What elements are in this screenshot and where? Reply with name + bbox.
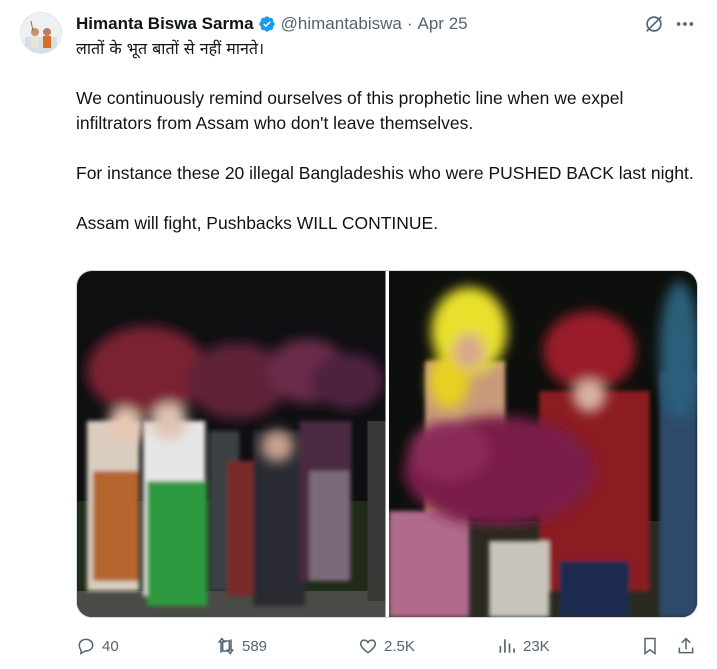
bookmark-button[interactable]	[640, 632, 660, 660]
tweet-photo-2[interactable]	[388, 271, 697, 617]
tweet-header: Himanta Biswa Sarma @himantabiswa · Apr …	[76, 12, 468, 36]
reply-count: 40	[102, 637, 119, 655]
author-name[interactable]: Himanta Biswa Sarma	[76, 14, 254, 34]
bookmark-icon	[644, 637, 656, 655]
tweet-paragraph-3: Assam will fight, Pushbacks WILL CONTINU…	[76, 213, 439, 233]
author-handle[interactable]: @himantabiswa	[281, 14, 402, 34]
views-count: 23K	[523, 637, 550, 655]
reply-button[interactable]: 40	[76, 632, 119, 660]
verified-badge-icon	[258, 15, 276, 33]
share-icon	[678, 637, 694, 654]
share-button[interactable]	[676, 632, 696, 660]
grok-icon[interactable]	[643, 13, 665, 35]
like-count: 2.5K	[384, 637, 415, 655]
tweet-paragraph-1: We continuously remind ourselves of this…	[76, 88, 624, 133]
heart-icon	[359, 639, 377, 654]
tweet-actions: 40 589 2.5K 23K	[76, 632, 696, 660]
retweet-icon	[217, 637, 235, 655]
like-button[interactable]: 2.5K	[358, 632, 415, 660]
separator-dot: ·	[406, 14, 413, 33]
retweet-button[interactable]: 589	[216, 632, 267, 660]
more-icon[interactable]	[674, 13, 696, 35]
reply-icon	[78, 638, 94, 655]
tweet-card[interactable]: Himanta Biswa Sarma @himantabiswa · Apr …	[0, 0, 717, 669]
retweet-count: 589	[242, 637, 268, 655]
tweet-date[interactable]: Apr 25	[418, 14, 468, 34]
tweet-text: लातों के भूत बातों से नहीं मानते। We con…	[76, 36, 696, 236]
views-button[interactable]: 23K	[497, 632, 550, 660]
avatar[interactable]	[20, 12, 62, 54]
tweet-line-hindi: लातों के भूत बातों से नहीं मानते।	[76, 39, 265, 58]
tweet-paragraph-2: For instance these 20 illegal Bangladesh…	[76, 163, 694, 183]
tweet-media	[76, 270, 698, 618]
views-icon	[499, 639, 515, 653]
tweet-photo-1[interactable]	[77, 271, 386, 617]
